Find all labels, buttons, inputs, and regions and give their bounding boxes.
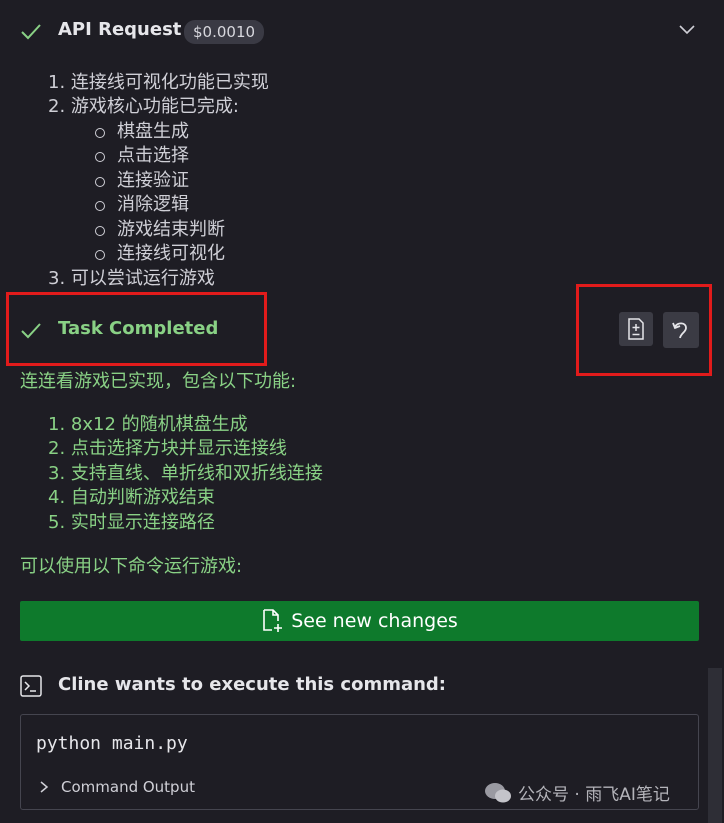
sub-list-item: 点击选择 xyxy=(95,144,189,169)
sub-list-item: 消除逻辑 xyxy=(95,193,189,218)
wechat-icon xyxy=(485,782,511,802)
see-new-changes-label: See new changes xyxy=(291,610,458,632)
chevron-down-icon[interactable] xyxy=(678,24,696,36)
cost-badge: $0.0010 xyxy=(184,20,265,44)
list-item: 3. 可以尝试运行游戏 xyxy=(48,268,215,289)
api-request-title: API Request xyxy=(58,19,182,40)
see-new-changes-button[interactable]: See new changes xyxy=(20,601,699,641)
task-completed-title: Task Completed xyxy=(58,318,219,339)
run-hint: 可以使用以下命令运行游戏: xyxy=(20,556,243,577)
feature-item: 3. 支持直线、单折线和双折线连接 xyxy=(48,463,323,484)
watermark: 公众号 · 雨飞AI笔记 xyxy=(484,780,670,805)
list-item: 1. 连接线可视化功能已实现 xyxy=(48,72,269,93)
feature-item: 5. 实时显示连接路径 xyxy=(48,512,215,533)
file-add-icon xyxy=(263,609,283,632)
command-title: Cline wants to execute this command: xyxy=(58,674,447,695)
restore-button[interactable] xyxy=(663,312,699,348)
task-intro: 连连看游戏已实现，包含以下功能: xyxy=(20,371,297,392)
sub-list-item: 连接线可视化 xyxy=(95,242,225,267)
copy-button[interactable] xyxy=(619,312,653,346)
file-diff-icon xyxy=(628,318,644,340)
feature-item: 4. 自动判断游戏结束 xyxy=(48,487,215,508)
command-output-label: Command Output xyxy=(61,778,195,796)
feature-item: 1. 8x12 的随机棋盘生成 xyxy=(48,414,248,435)
sub-list-item: 连接验证 xyxy=(95,169,189,194)
terminal-icon xyxy=(20,675,42,697)
sub-list-item: 游戏结束判断 xyxy=(95,218,225,243)
sub-list-item: 棋盘生成 xyxy=(95,120,189,145)
command-text: python main.py xyxy=(36,733,188,754)
list-item: 2. 游戏核心功能已完成: xyxy=(48,96,239,117)
chevron-right-icon xyxy=(40,781,49,793)
scrollbar[interactable] xyxy=(708,668,722,823)
check-icon xyxy=(21,24,41,40)
feature-item: 2. 点击选择方块并显示连接线 xyxy=(48,438,287,459)
command-output-toggle[interactable]: Command Output xyxy=(39,778,195,796)
watermark-text: 公众号 · 雨飞AI笔记 xyxy=(518,785,670,805)
undo-icon xyxy=(672,322,687,339)
check-icon xyxy=(21,323,41,339)
